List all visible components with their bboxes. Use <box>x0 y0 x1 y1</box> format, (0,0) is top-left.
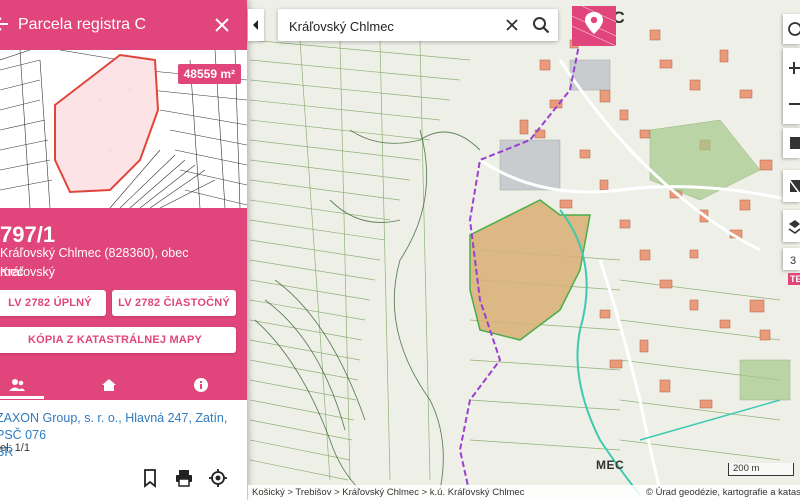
close-icon[interactable] <box>212 15 232 35</box>
layer-image-button[interactable] <box>783 128 800 158</box>
panel-bottom-bar <box>0 458 247 500</box>
zoom-level: 3 <box>790 255 797 267</box>
owner-share: el: 1/1 <box>0 442 30 454</box>
scale-bar: 200 m <box>728 463 794 476</box>
panel-header: Parcela registra C <box>0 0 247 50</box>
people-icon <box>9 379 25 391</box>
owner-info[interactable]: ZAXON Group, s. r. o., Hlavná 247, Zatín… <box>0 410 247 461</box>
lv-full-button[interactable]: LV 2782 ÚPLNÝ <box>0 290 106 316</box>
locate-icon[interactable] <box>208 468 228 488</box>
caret-left-icon <box>253 20 258 30</box>
collapse-panel-button[interactable] <box>248 9 264 41</box>
area-badge: 48559 m² <box>177 64 241 84</box>
tab-indicator <box>0 396 44 399</box>
tab-info[interactable] <box>160 370 242 400</box>
owner-line1[interactable]: ZAXON Group, s. r. o., Hlavná 247, Zatín… <box>0 410 247 444</box>
compass-button[interactable] <box>783 14 800 44</box>
print-icon[interactable] <box>174 468 194 488</box>
back-arrow-icon[interactable] <box>0 14 10 34</box>
te-badge[interactable]: TE <box>788 273 800 285</box>
copyright: © Úrad geodézie, kartografie a katastra <box>642 485 800 500</box>
parcel-location-line2: mec <box>0 265 24 279</box>
layers-button[interactable] <box>783 210 800 242</box>
compass-icon <box>788 22 800 36</box>
map-copy-button[interactable]: KÓPIA Z KATASTRÁLNEJ MAPY <box>0 327 236 353</box>
image-icon <box>790 137 800 149</box>
tab-building[interactable] <box>68 370 150 400</box>
search-input[interactable] <box>287 16 501 36</box>
bookmark-icon[interactable] <box>140 468 160 488</box>
breadcrumb[interactable]: Košický > Trebišov > Kráľovský Chlmec > … <box>248 485 652 500</box>
no-image-icon <box>787 177 800 195</box>
town-label-bottom: MEC <box>596 458 625 472</box>
info-icon <box>194 378 208 392</box>
search-icon[interactable] <box>532 16 550 34</box>
lv-partial-button[interactable]: LV 2782 ČIASTOČNÝ <box>112 290 236 316</box>
layers-icon <box>788 220 800 234</box>
parcel-thumbnail-map: 48559 m² <box>0 50 247 209</box>
zoom-icons <box>789 62 800 105</box>
location-marker-tile[interactable] <box>572 6 616 46</box>
no-image-button[interactable] <box>783 170 800 202</box>
zoom-control[interactable] <box>783 48 800 124</box>
search-box <box>278 9 558 41</box>
clear-icon[interactable] <box>504 17 520 33</box>
parcel-panel: Parcela registra C 48559 m² 797/1 Kráľov… <box>0 0 247 500</box>
parcel-info: 797/1 Kráľovský Chlmec (828360), obec Kr… <box>0 208 247 370</box>
home-icon <box>102 379 116 391</box>
panel-title: Parcela registra C <box>18 16 147 33</box>
